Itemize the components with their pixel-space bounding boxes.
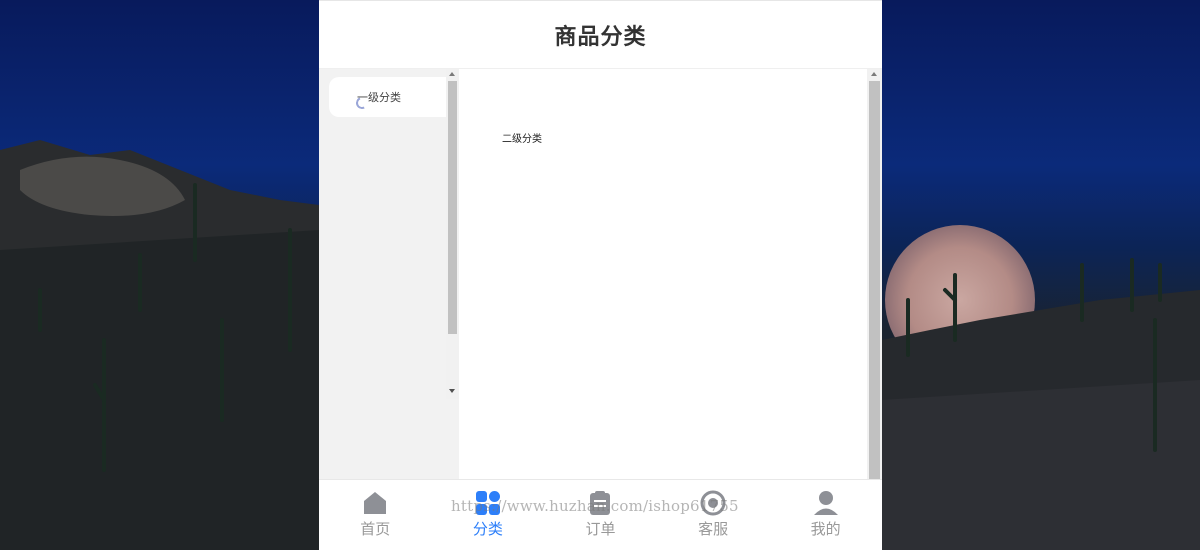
tab-label: 首页	[360, 520, 391, 538]
tab-label: 客服	[698, 520, 729, 538]
mobile-app-frame: 商品分类 一级分类 二级分类 首页 分类 订单 客服 我的	[319, 0, 882, 550]
order-icon	[590, 491, 611, 515]
scroll-up-arrow-icon[interactable]	[449, 72, 455, 76]
left-scrollbar[interactable]	[446, 69, 459, 399]
home-icon	[364, 492, 387, 514]
tab-home[interactable]: 首页	[319, 480, 432, 550]
tab-label: 订单	[585, 520, 616, 538]
left-scrollbar-thumb[interactable]	[448, 81, 457, 334]
customer-service-icon	[700, 490, 726, 516]
profile-icon	[813, 491, 838, 515]
primary-category-label: 一级分类	[357, 91, 401, 104]
tab-profile[interactable]: 我的	[769, 480, 882, 550]
primary-category-item[interactable]: 一级分类	[329, 77, 446, 117]
tab-orders[interactable]: 订单	[544, 480, 657, 550]
scroll-up-arrow-icon[interactable]	[871, 72, 877, 76]
page-header: 商品分类	[319, 1, 882, 69]
tab-category[interactable]: 分类	[432, 480, 545, 550]
page-title: 商品分类	[554, 24, 647, 50]
secondary-category-title: 二级分类	[502, 134, 542, 145]
category-icon	[475, 491, 500, 515]
bottom-tab-bar: 首页 分类 订单 客服 我的	[319, 479, 882, 550]
scroll-down-arrow-icon[interactable]	[449, 389, 455, 393]
category-body: 一级分类 二级分类	[319, 69, 882, 479]
secondary-category-panel: 二级分类	[459, 69, 882, 479]
tab-label: 我的	[810, 520, 841, 538]
right-scrollbar[interactable]	[867, 69, 882, 479]
tab-label: 分类	[472, 520, 503, 538]
right-scrollbar-thumb[interactable]	[869, 81, 880, 479]
tab-customer-service[interactable]: 客服	[657, 480, 770, 550]
primary-category-list[interactable]: 一级分类	[319, 69, 459, 479]
